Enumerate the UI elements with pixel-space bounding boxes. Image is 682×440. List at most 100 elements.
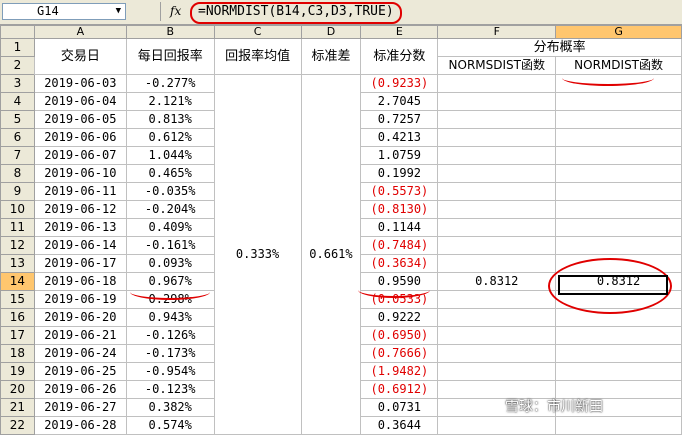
header-daily-return[interactable]: 每日回报率 [125, 38, 215, 75]
cell-zscore[interactable]: (0.8130) [360, 200, 439, 219]
cell-normsdist[interactable]: 0.8312 [437, 272, 557, 291]
cell-normdist[interactable] [555, 110, 682, 129]
row-header-22[interactable]: 22 [0, 416, 35, 435]
cell-normsdist[interactable] [437, 146, 557, 165]
row-header-17[interactable]: 17 [0, 326, 35, 345]
cell-zscore[interactable]: 0.9222 [360, 308, 439, 327]
cell-normdist[interactable] [555, 182, 682, 201]
cell-normsdist[interactable] [437, 362, 557, 381]
cell-date[interactable]: 2019-06-11 [33, 182, 127, 201]
cell-zscore[interactable]: (0.5573) [360, 182, 439, 201]
row-header-16[interactable]: 16 [0, 308, 35, 327]
cell-mean-return[interactable]: 0.333% [213, 74, 302, 435]
cell-date[interactable]: 2019-06-14 [33, 236, 127, 255]
cell-date[interactable]: 2019-06-25 [33, 362, 127, 381]
cell-date[interactable]: 2019-06-04 [33, 92, 127, 111]
cell-daily-return[interactable]: 0.465% [125, 164, 215, 183]
cell-zscore[interactable]: (0.7666) [360, 344, 439, 363]
cell-date[interactable]: 2019-06-17 [33, 254, 127, 273]
cell-normsdist[interactable] [437, 326, 557, 345]
cell-daily-return[interactable]: -0.035% [125, 182, 215, 201]
row-header-1[interactable]: 1 [0, 38, 35, 57]
cell-normsdist[interactable] [437, 218, 557, 237]
header-mean-return[interactable]: 回报率均值 [213, 38, 302, 75]
cell-date[interactable]: 2019-06-13 [33, 218, 127, 237]
cell-zscore[interactable]: 0.0731 [360, 398, 439, 417]
cell-daily-return[interactable]: 0.813% [125, 110, 215, 129]
cell-zscore[interactable]: (0.7484) [360, 236, 439, 255]
cell-date[interactable]: 2019-06-18 [33, 272, 127, 291]
column-header-d[interactable]: D [300, 25, 362, 39]
row-header-14[interactable]: 14 [0, 272, 35, 291]
cell-normsdist[interactable] [437, 416, 557, 435]
spreadsheet-grid[interactable]: A B C D E F G 1 交易日 每日回报率 回报率均值 标准差 标准分数… [0, 25, 682, 435]
cell-zscore[interactable]: (0.6912) [360, 380, 439, 399]
cell-normsdist[interactable] [437, 182, 557, 201]
row-header-11[interactable]: 11 [0, 218, 35, 237]
row-header-18[interactable]: 18 [0, 344, 35, 363]
cell-zscore[interactable]: 0.1992 [360, 164, 439, 183]
cell-daily-return[interactable]: -0.173% [125, 344, 215, 363]
column-header-b[interactable]: B [125, 25, 215, 39]
cell-normdist[interactable] [555, 344, 682, 363]
cell-daily-return[interactable]: -0.277% [125, 74, 215, 93]
cell-zscore[interactable]: (0.3634) [360, 254, 439, 273]
cell-date[interactable]: 2019-06-27 [33, 398, 127, 417]
cell-zscore[interactable]: (1.9482) [360, 362, 439, 381]
header-distribution[interactable]: 分布概率 [437, 38, 682, 57]
cell-daily-return[interactable]: 2.121% [125, 92, 215, 111]
cell-daily-return[interactable]: 0.382% [125, 398, 215, 417]
cell-daily-return[interactable]: -0.123% [125, 380, 215, 399]
cell-normdist[interactable] [555, 128, 682, 147]
cell-zscore[interactable]: 2.7045 [360, 92, 439, 111]
cell-normsdist[interactable] [437, 110, 557, 129]
cell-daily-return[interactable]: -0.204% [125, 200, 215, 219]
cell-normsdist[interactable] [437, 164, 557, 183]
cell-date[interactable]: 2019-06-26 [33, 380, 127, 399]
name-box[interactable]: G14 ▼ [2, 3, 126, 20]
cell-zscore[interactable]: 0.1144 [360, 218, 439, 237]
cell-zscore[interactable]: (0.9233) [360, 74, 439, 93]
cell-normsdist[interactable] [437, 92, 557, 111]
row-header-21[interactable]: 21 [0, 398, 35, 417]
cell-date[interactable]: 2019-06-20 [33, 308, 127, 327]
cell-normdist[interactable] [555, 164, 682, 183]
cell-normsdist[interactable] [437, 236, 557, 255]
cell-daily-return[interactable]: -0.161% [125, 236, 215, 255]
row-header-2[interactable]: 2 [0, 56, 35, 75]
row-header-10[interactable]: 10 [0, 200, 35, 219]
column-header-c[interactable]: C [213, 25, 302, 39]
cell-daily-return[interactable]: 1.044% [125, 146, 215, 165]
cell-date[interactable]: 2019-06-03 [33, 74, 127, 93]
cell-daily-return[interactable]: -0.954% [125, 362, 215, 381]
column-header-a[interactable]: A [33, 25, 127, 39]
cell-normdist[interactable] [555, 92, 682, 111]
cell-normsdist[interactable] [437, 200, 557, 219]
fx-icon[interactable]: fx [170, 4, 181, 18]
header-stdev[interactable]: 标准差 [300, 38, 362, 75]
cell-daily-return[interactable]: 0.574% [125, 416, 215, 435]
column-header-e[interactable]: E [360, 25, 439, 39]
cell-date[interactable]: 2019-06-24 [33, 344, 127, 363]
cell-date[interactable]: 2019-06-19 [33, 290, 127, 309]
cell-normdist[interactable] [555, 218, 682, 237]
row-header-3[interactable]: 3 [0, 74, 35, 93]
cell-normsdist[interactable] [437, 308, 557, 327]
cell-daily-return[interactable]: 0.093% [125, 254, 215, 273]
cell-stdev[interactable]: 0.661% [300, 74, 362, 435]
row-header-9[interactable]: 9 [0, 182, 35, 201]
cell-normsdist[interactable] [437, 254, 557, 273]
cell-date[interactable]: 2019-06-21 [33, 326, 127, 345]
cell-zscore[interactable]: 0.3644 [360, 416, 439, 435]
cell-normsdist[interactable] [437, 74, 557, 93]
cell-zscore[interactable]: 0.4213 [360, 128, 439, 147]
cell-normsdist[interactable] [437, 344, 557, 363]
cell-normdist[interactable] [555, 326, 682, 345]
cell-date[interactable]: 2019-06-28 [33, 416, 127, 435]
cell-zscore[interactable]: (0.6950) [360, 326, 439, 345]
row-header-12[interactable]: 12 [0, 236, 35, 255]
cell-date[interactable]: 2019-06-05 [33, 110, 127, 129]
cell-normdist[interactable] [555, 236, 682, 255]
cell-date[interactable]: 2019-06-07 [33, 146, 127, 165]
cell-normsdist[interactable] [437, 290, 557, 309]
